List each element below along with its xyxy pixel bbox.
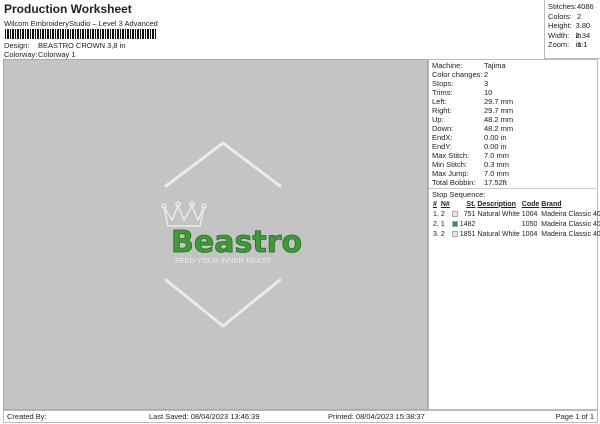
page-title: Production Worksheet [4,2,132,16]
embroidery-design: Beastro FEED YOUR INNER BEAST [161,141,302,328]
detail-row: EndX: 0.00 in [432,133,507,142]
detail-row: Min Stitch: 0.3 mm [432,160,510,169]
last-saved: Last Saved: 08/04/2023 13:46:39 [149,412,260,421]
colorway-name: Colorway 1 [38,50,76,59]
stop-sequence-title: Stop Sequence: [432,190,486,199]
detail-row: Machine: Tajima [432,61,506,70]
bottom-chevron [164,278,282,328]
design-name: BEASTRO CROWN 3,8 in [38,41,126,50]
table-row: 1. 2 751 Natural White 1004 Madeira Classic 4… [433,210,600,218]
summary-row: Height: 3.80 in [548,21,591,40]
detail-row: Total Bobbin: 17.52ft [432,178,507,187]
detail-row: Max Stitch: 7.0 mm [432,151,510,160]
logo-text: Beastro [171,225,302,260]
detail-row: Trims: 10 [432,88,493,97]
design-label: Design: [4,41,30,50]
created-by: Created By: [7,412,47,421]
summary-row: Colors: 2 [548,11,582,21]
tagline: FEED YOUR INNER BEAST [175,256,271,265]
detail-row: Color changes: 2 [432,70,489,79]
detail-row: Right: 29.7 mm [432,106,514,115]
page-number: Page 1 of 1 [555,412,594,421]
summary-row: Width: 2.34 in [548,30,591,50]
detail-row: Stops: 3 [432,79,489,88]
detail-row: Up: 48.2 mm [432,115,514,124]
summary-row: Zoom: 1:1 [548,40,588,50]
detail-row: EndY: 0.00 in [432,142,507,151]
crown-icon [161,201,207,227]
details-panel: Machine: Tajima Color changes: 2 Stops: 3 Trim… [428,59,600,410]
stop-sequence-table: # N# St. Description Code Brand 1. 2 751 Natur… [433,200,600,238]
color-swatch [451,230,458,237]
color-swatch [451,220,458,227]
detail-row: Max Jump: 7.0 mm [432,169,510,178]
barcode [5,29,157,39]
detail-row: Down: 48.2 mm [432,124,514,133]
footer: Created By: Last Saved: 08/04/2023 13:46… [3,410,598,423]
summary-row: Stitches: 4086 [548,2,594,11]
color-swatch [451,210,458,217]
table-row: 3. 2 1851 Natural White 1004 Madeira Classic … [433,230,600,238]
colorway-label: Colorway: [4,50,38,59]
printed: Printed: 08/04/2023 15:38:37 [328,412,425,421]
top-chevron [164,141,282,188]
table-row: 2. 1 1482 1050 Madeira Classic 40 [433,220,600,228]
detail-row: Left: 29.7 mm [432,97,514,106]
summary-box: Stitches: 4086 Colors: 2 Height: 3.80 in Wi… [544,0,600,59]
software-name: Wilcom EmbroideryStudio – Level 3 Advanc… [4,19,158,28]
design-preview: Beastro FEED YOUR INNER BEAST [3,59,428,410]
